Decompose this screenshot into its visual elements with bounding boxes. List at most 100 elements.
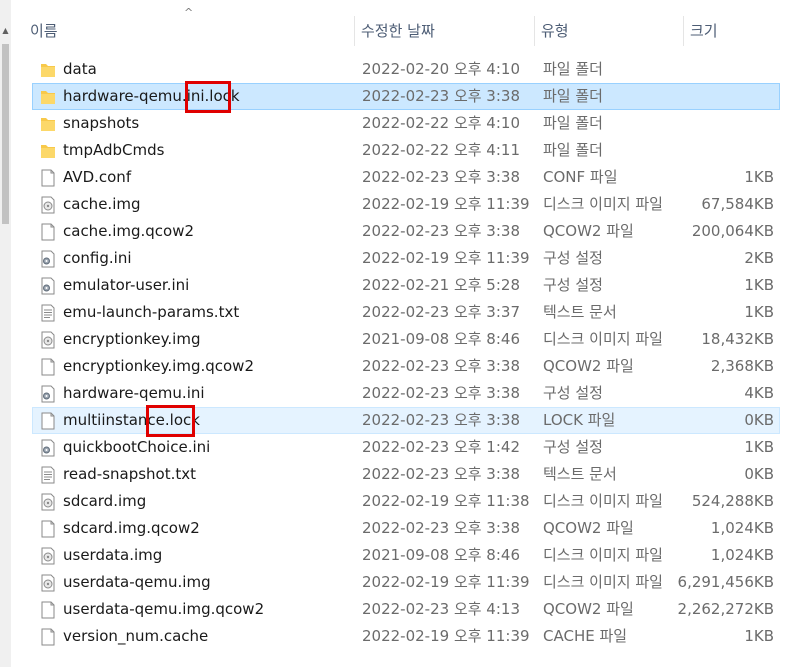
file-name: encryptionkey.img [63, 330, 201, 348]
file-name: quickbootChoice.ini [63, 438, 211, 456]
file-row[interactable]: userdata.img 2021-09-08 오후 8:46 디스크 이미지 파일… [32, 542, 780, 569]
folder-icon [40, 142, 56, 160]
file-modified-date: 2022-02-23 오후 3:38 [362, 465, 520, 483]
file-row[interactable]: read-snapshot.txt 2022-02-23 오후 3:38 텍스트 문… [32, 461, 780, 488]
file-size: 2,368KB [710, 357, 774, 375]
file-type: 구성 설정 [543, 249, 603, 267]
file-type: QCOW2 파일 [543, 357, 634, 375]
file-row[interactable]: hardware-qemu.ini 2022-02-23 오후 3:38 구성 설정… [32, 380, 780, 407]
settings-file-icon [40, 439, 56, 457]
text-file-icon [40, 304, 56, 322]
file-icon [40, 169, 56, 187]
file-type: 구성 설정 [543, 438, 603, 456]
column-header-type[interactable]: 유형 [535, 20, 683, 42]
file-row[interactable]: config.ini 2022-02-19 오후 11:39 구성 설정 2KB [32, 245, 780, 272]
disc-image-icon [40, 547, 56, 565]
file-name: data [63, 60, 97, 78]
file-row[interactable]: userdata-qemu.img.qcow2 2022-02-23 오후 4:1… [32, 596, 780, 623]
file-icon [40, 223, 56, 241]
file-modified-date: 2021-09-08 오후 8:46 [362, 546, 520, 564]
column-header-name[interactable]: 이름 [24, 20, 354, 42]
file-size: 1KB [744, 627, 774, 645]
file-explorer-window: ▲ ^ 이름 수정한 날짜 유형 크기 data 2022-02-20 오후 4:… [0, 0, 790, 667]
file-name: cache.img.qcow2 [63, 222, 195, 240]
file-modified-date: 2022-02-19 오후 11:39 [362, 249, 530, 267]
vertical-scrollbar[interactable]: ▲ [0, 0, 11, 667]
file-row[interactable]: data 2022-02-20 오후 4:10 파일 폴더 [32, 56, 780, 83]
disc-image-icon [40, 331, 56, 349]
file-size: 1,024KB [710, 546, 774, 564]
file-row[interactable]: sdcard.img 2022-02-19 오후 11:38 디스크 이미지 파일 5… [32, 488, 780, 515]
file-modified-date: 2022-02-23 오후 1:42 [362, 438, 520, 456]
file-row[interactable]: tmpAdbCmds 2022-02-22 오후 4:11 파일 폴더 [32, 137, 780, 164]
scroll-up-arrow-icon[interactable]: ▲ [1, 26, 10, 36]
file-modified-date: 2022-02-19 오후 11:39 [362, 573, 530, 591]
file-row[interactable]: emulator-user.ini 2022-02-21 오후 5:28 구성 설정… [32, 272, 780, 299]
file-modified-date: 2022-02-23 오후 3:38 [362, 357, 520, 375]
file-type: QCOW2 파일 [543, 600, 634, 618]
file-modified-date: 2022-02-23 오후 3:38 [362, 222, 520, 240]
column-header-size[interactable]: 크기 [684, 20, 784, 42]
folder-icon [40, 88, 56, 106]
file-type: 디스크 이미지 파일 [543, 195, 663, 213]
file-type: 디스크 이미지 파일 [543, 330, 663, 348]
file-name: emu-launch-params.txt [63, 303, 240, 321]
file-icon [40, 412, 56, 430]
folder-icon [40, 61, 56, 79]
file-row[interactable]: emu-launch-params.txt 2022-02-23 오후 3:37 텍… [32, 299, 780, 326]
file-modified-date: 2022-02-19 오후 11:38 [362, 492, 530, 510]
file-size: 524,288KB [691, 492, 774, 510]
file-modified-date: 2022-02-23 오후 3:38 [362, 384, 520, 402]
file-list: data 2022-02-20 오후 4:10 파일 폴더 hardware-qemu… [32, 56, 780, 650]
file-modified-date: 2021-09-08 오후 8:46 [362, 330, 520, 348]
file-row[interactable]: userdata-qemu.img 2022-02-19 오후 11:39 디스크 … [32, 569, 780, 596]
sort-ascending-icon: ^ [184, 6, 194, 19]
file-row[interactable]: AVD.conf 2022-02-23 오후 3:38 CONF 파일 1KB [32, 164, 780, 191]
file-name: sdcard.img.qcow2 [63, 519, 200, 537]
file-size: 0KB [744, 411, 774, 429]
file-icon [40, 520, 56, 538]
file-name: cache.img [63, 195, 141, 213]
file-type: 텍스트 문서 [543, 465, 617, 483]
file-row[interactable]: hardware-qemu.ini.lock 2022-02-23 오후 3:38… [32, 83, 780, 110]
file-name: userdata-qemu.img.qcow2 [63, 600, 265, 618]
file-size: 2,262,272KB [677, 600, 774, 618]
file-size: 4KB [744, 384, 774, 402]
file-modified-date: 2022-02-19 오후 11:39 [362, 627, 530, 645]
folder-icon [40, 115, 56, 133]
file-type: 파일 폴더 [543, 87, 603, 105]
file-row[interactable]: cache.img 2022-02-19 오후 11:39 디스크 이미지 파일 67… [32, 191, 780, 218]
file-name: encryptionkey.img.qcow2 [63, 357, 254, 375]
file-size: 0KB [744, 465, 774, 483]
file-type: 디스크 이미지 파일 [543, 573, 663, 591]
file-icon [40, 601, 56, 619]
file-row[interactable]: sdcard.img.qcow2 2022-02-23 오후 3:38 QCOW2 … [32, 515, 780, 542]
file-row[interactable]: version_num.cache 2022-02-19 오후 11:39 CACH… [32, 623, 780, 650]
file-type: 파일 폴더 [543, 141, 603, 159]
column-header-date[interactable]: 수정한 날짜 [355, 20, 534, 42]
settings-file-icon [40, 385, 56, 403]
file-type: 파일 폴더 [543, 60, 603, 78]
file-size [673, 138, 774, 163]
file-name: tmpAdbCmds [63, 141, 165, 159]
file-row[interactable]: multiinstance.lock 2022-02-23 오후 3:38 LOCK… [32, 407, 780, 434]
file-name: snapshots [63, 114, 140, 132]
disc-image-icon [40, 493, 56, 511]
file-row[interactable]: encryptionkey.img 2021-09-08 오후 8:46 디스크 이… [32, 326, 780, 353]
file-type: CACHE 파일 [543, 627, 628, 645]
file-name: userdata-qemu.img [63, 573, 211, 591]
file-row[interactable]: cache.img.qcow2 2022-02-23 오후 3:38 QCOW2 파… [32, 218, 780, 245]
text-file-icon [40, 466, 56, 484]
file-row[interactable]: encryptionkey.img.qcow2 2022-02-23 오후 3:3… [32, 353, 780, 380]
scrollbar-thumb[interactable] [2, 44, 9, 224]
file-row[interactable]: snapshots 2022-02-22 오후 4:10 파일 폴더 [32, 110, 780, 137]
file-size: 1KB [744, 438, 774, 456]
file-type: 텍스트 문서 [543, 303, 617, 321]
file-name: hardware-qemu.ini [63, 384, 205, 402]
file-size: 2KB [744, 249, 774, 267]
file-type: QCOW2 파일 [543, 222, 634, 240]
file-row[interactable]: quickbootChoice.ini 2022-02-23 오후 1:42 구성 … [32, 434, 780, 461]
file-modified-date: 2022-02-23 오후 3:37 [362, 303, 520, 321]
file-type: 파일 폴더 [543, 114, 603, 132]
file-type: QCOW2 파일 [543, 519, 634, 537]
